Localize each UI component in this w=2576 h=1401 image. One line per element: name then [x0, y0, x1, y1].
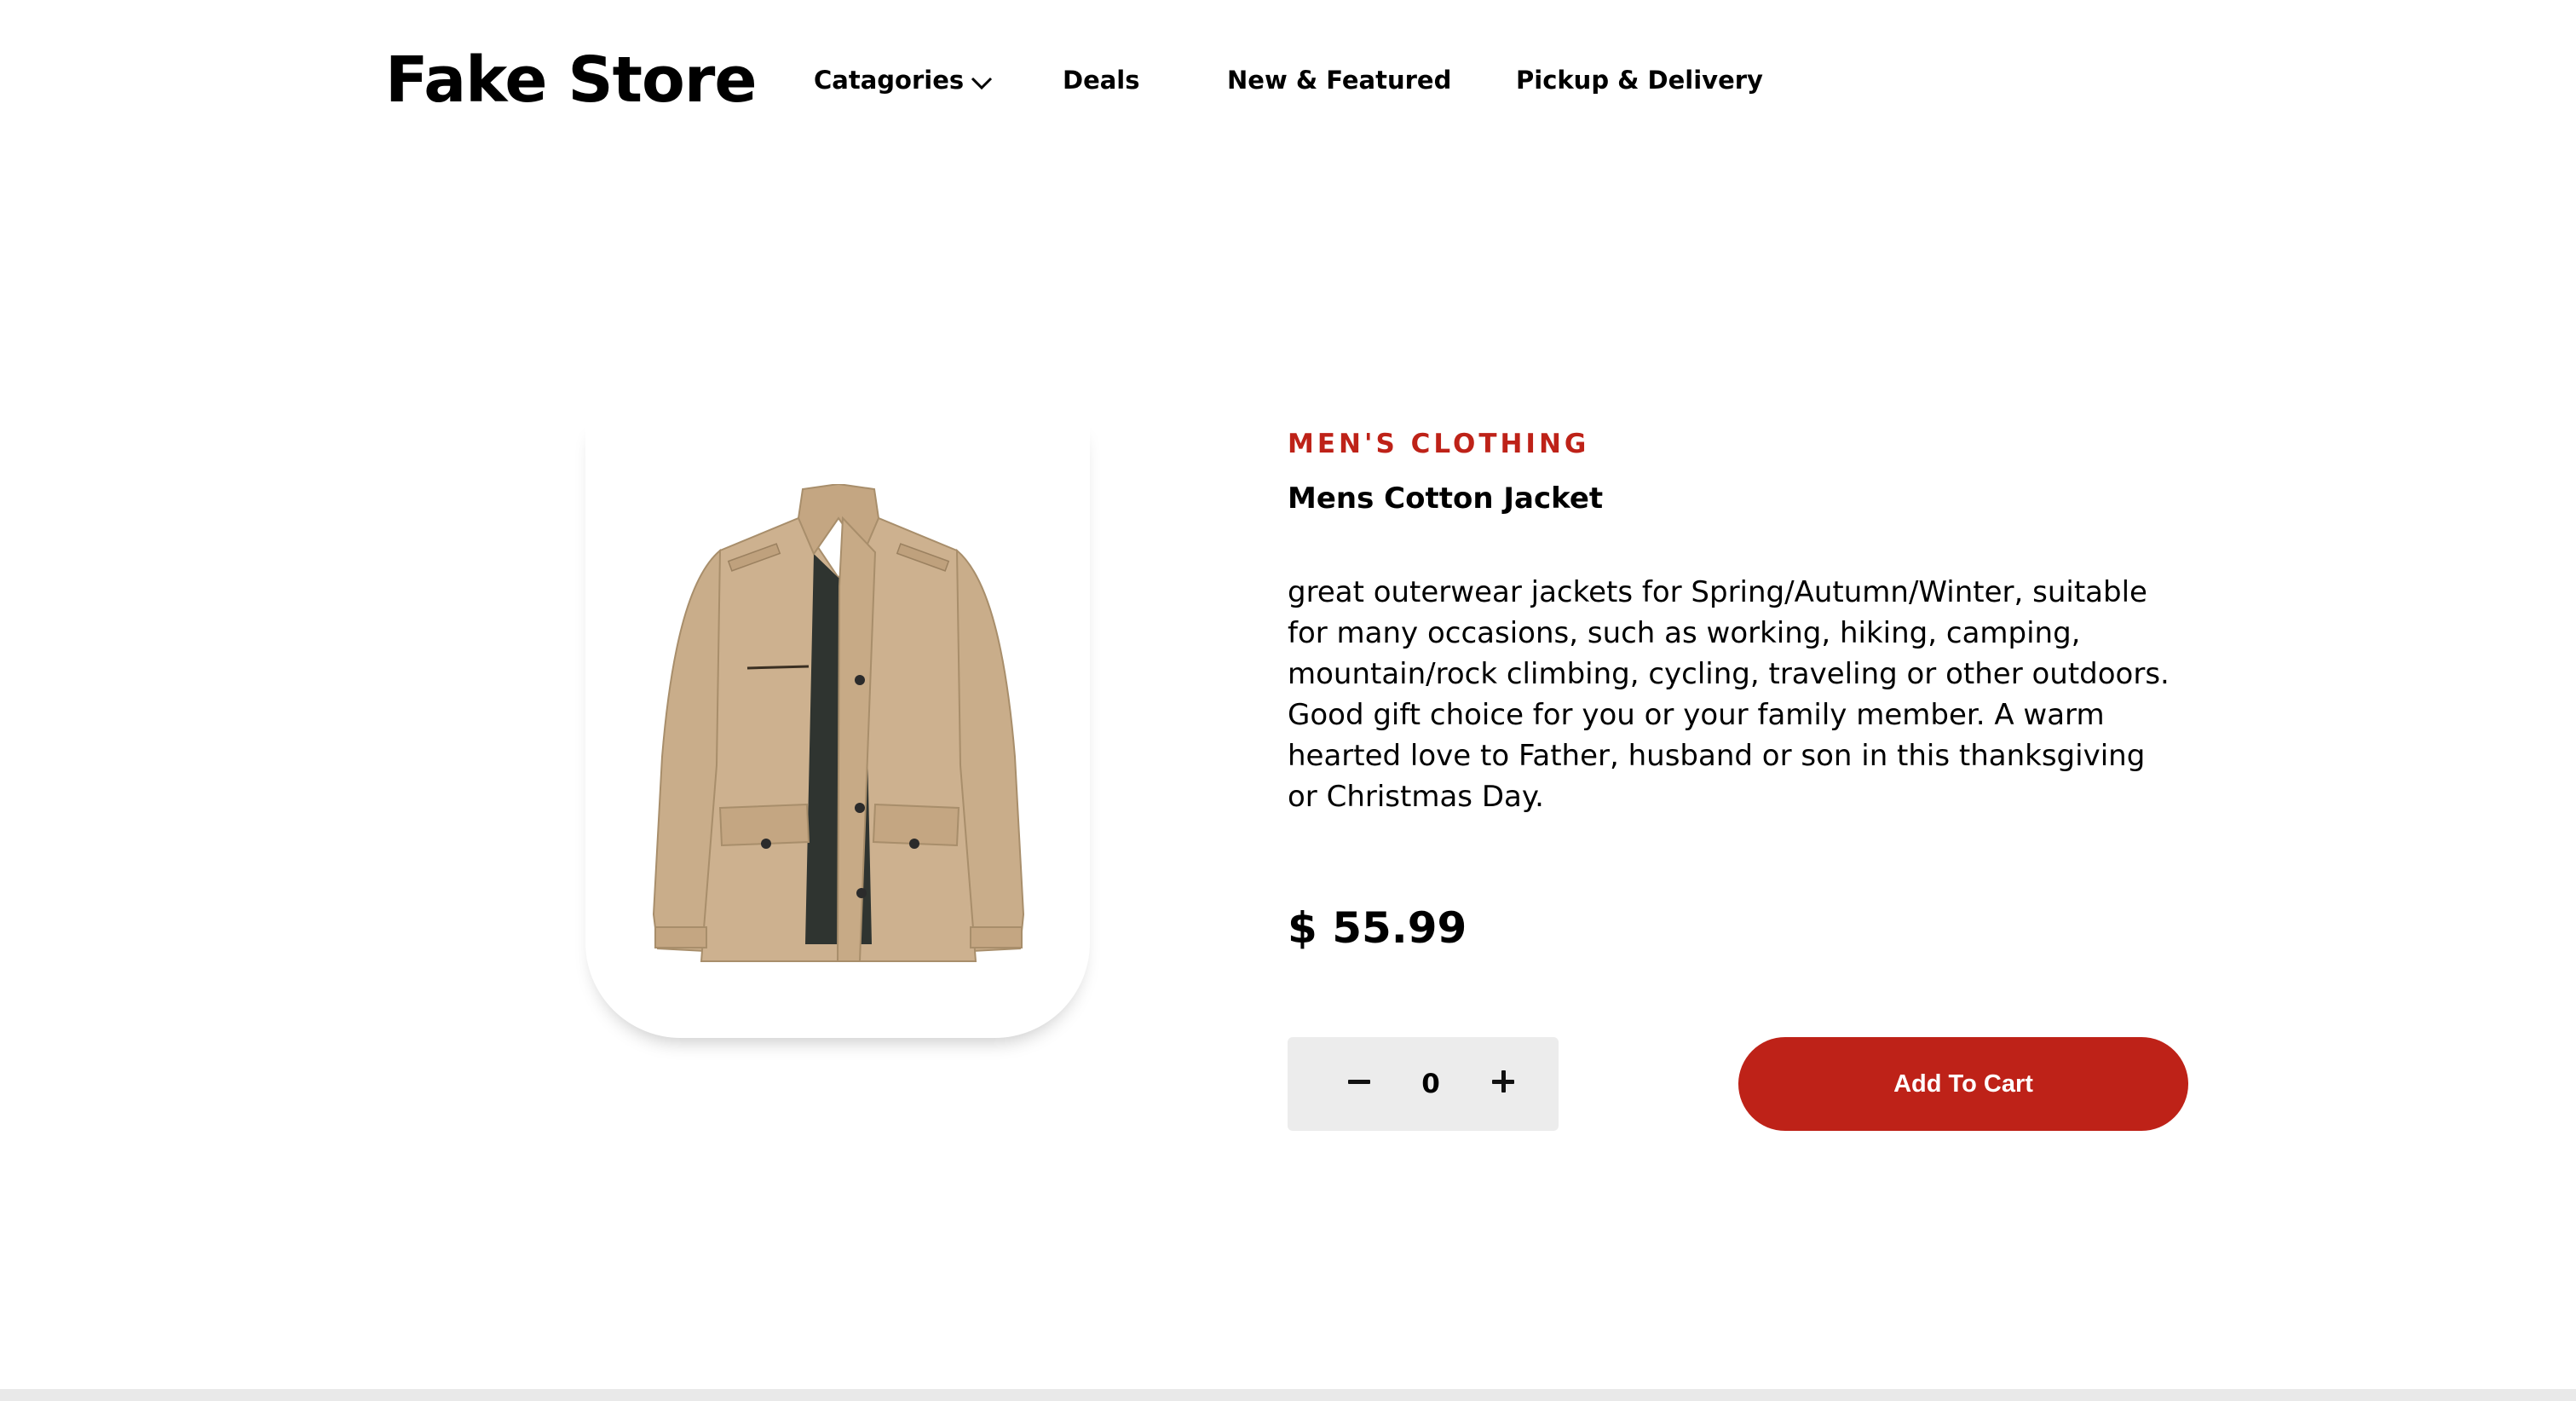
quantity-value: 0	[1421, 1069, 1440, 1099]
plus-icon	[1492, 1070, 1514, 1093]
chevron-down-icon	[971, 63, 993, 101]
quantity-stepper: 0	[1288, 1037, 1559, 1131]
jacket-image	[652, 484, 1025, 962]
product-description: great outerwear jackets for Spring/Autum…	[1288, 575, 2170, 814]
nav-new-featured[interactable]: New & Featured	[1227, 61, 1451, 99]
product-price: $ 55.99	[1288, 903, 1467, 953]
increment-button[interactable]	[1478, 1056, 1529, 1107]
footer-divider	[0, 1389, 2576, 1401]
product-title: Mens Cotton Jacket	[1288, 481, 1604, 516]
decrement-button[interactable]	[1334, 1056, 1385, 1107]
product-category: MEN'S CLOTHING	[1288, 429, 1590, 459]
product-page: Fake Store Catagories Deals New & Featur…	[0, 0, 2576, 1401]
product-image-card	[585, 419, 1090, 1038]
nav-deals[interactable]: Deals	[1063, 61, 1140, 99]
add-to-cart-button[interactable]: Add To Cart	[1738, 1037, 2188, 1131]
nav-categories[interactable]: Catagories	[814, 61, 993, 101]
nav-categories-label: Catagories	[814, 66, 965, 95]
nav-pickup-delivery[interactable]: Pickup & Delivery	[1516, 61, 1763, 99]
minus-icon	[1348, 1079, 1370, 1084]
store-logo[interactable]: Fake Store	[385, 36, 758, 124]
